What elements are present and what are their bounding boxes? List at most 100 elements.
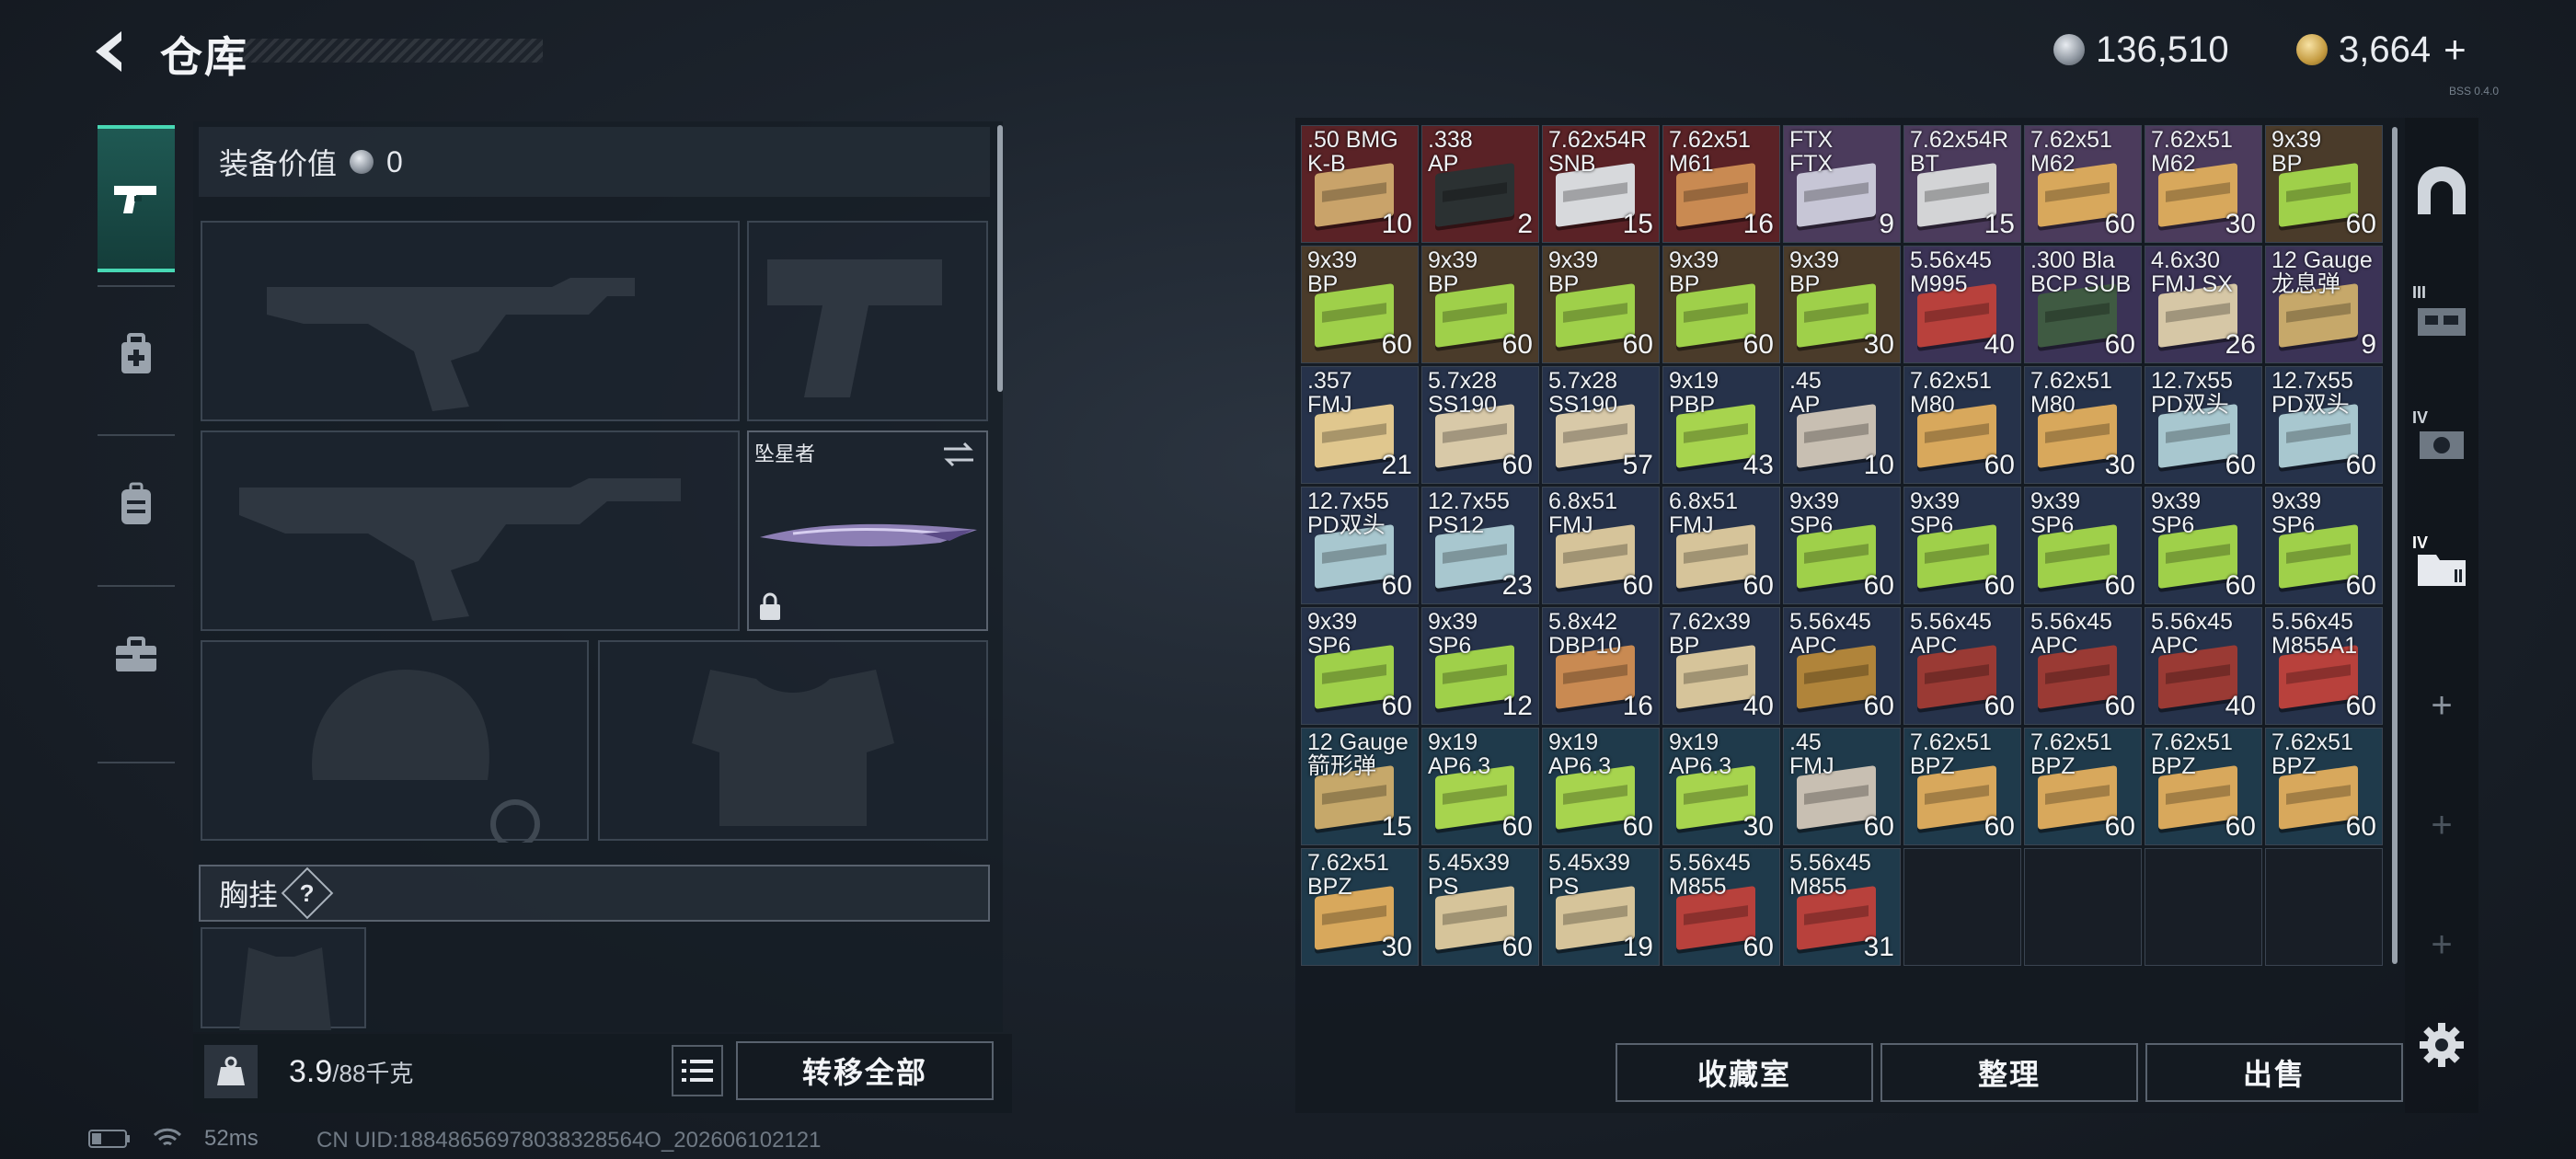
category-backpack[interactable] [98, 440, 175, 568]
storage-item[interactable]: 9x39 SP6 60 [2265, 487, 2383, 604]
storage-item[interactable]: 9x39 SP6 60 [1903, 487, 2021, 604]
tab-safe-box[interactable] [2405, 140, 2478, 241]
storage-item[interactable]: .50 BMG K-B 10 [1301, 125, 1419, 243]
storage-item[interactable]: 12.7x55 PD双头 60 [2145, 366, 2262, 484]
chest-rig-slot[interactable] [201, 927, 366, 1030]
storage-item[interactable]: 7.62x51 BPZ 60 [2265, 728, 2383, 845]
storage-item[interactable]: .300 Bla BCP SUB 60 [2024, 246, 2142, 363]
transfer-all-button[interactable]: 转移全部 [736, 1041, 994, 1100]
storage-item[interactable]: 9x39 SP6 12 [1421, 607, 1539, 725]
sort-button[interactable]: 整理 [1880, 1043, 2138, 1102]
storage-item[interactable]: 4.6x30 FMJ SX 26 [2145, 246, 2262, 363]
storage-item[interactable]: 5.7x28 SS190 57 [1542, 366, 1660, 484]
storage-item[interactable]: 5.45x39 PS 19 [1542, 848, 1660, 966]
storage-item[interactable]: .357 FMJ 21 [1301, 366, 1419, 484]
category-weapons[interactable] [98, 125, 175, 272]
storage-item[interactable]: 5.45x39 PS 60 [1421, 848, 1539, 966]
pistol-slot[interactable] [747, 221, 988, 421]
storage-item[interactable]: 7.62x51 BPZ 60 [1903, 728, 2021, 845]
storage-item[interactable]: 12 Gauge 箭形弹 15 [1301, 728, 1419, 845]
secondary-weapon-slot[interactable] [201, 430, 740, 631]
storage-item[interactable]: 9x39 BP 30 [1783, 246, 1901, 363]
storage-item[interactable]: FTX FTX 9 [1783, 125, 1901, 243]
storage-item[interactable]: 9x39 BP 60 [1662, 246, 1780, 363]
storage-item[interactable]: 9x39 BP 60 [1421, 246, 1539, 363]
primary-weapon-slot[interactable] [201, 221, 740, 421]
storage-item[interactable]: 6.8x51 FMJ 60 [1662, 487, 1780, 604]
add-tab-button-locked[interactable]: + [2405, 775, 2478, 876]
storage-item[interactable]: 12 Gauge 龙息弹 9 [2265, 246, 2383, 363]
help-icon[interactable]: ? [281, 866, 334, 920]
storage-item[interactable]: 6.8x51 FMJ 60 [1542, 487, 1660, 604]
currency-gold[interactable]: 3,664 + [2296, 28, 2467, 72]
storage-item[interactable]: 9x39 SP6 60 [2024, 487, 2142, 604]
storage-item[interactable]: 9x39 SP6 60 [1301, 607, 1419, 725]
empty-storage-cell[interactable] [2265, 848, 2383, 966]
storage-item[interactable]: 9x19 AP6.3 60 [1421, 728, 1539, 845]
tab-warehouse-3[interactable]: III [2405, 265, 2478, 366]
back-icon[interactable] [85, 26, 136, 77]
storage-item[interactable]: 7.62x54R SNB 15 [1542, 125, 1660, 243]
storage-item[interactable]: 5.56x45 APC 60 [1903, 607, 2021, 725]
item-name: 9x39 SP6 [2151, 488, 2202, 538]
armor-slot[interactable] [598, 640, 988, 841]
empty-storage-cell[interactable] [2024, 848, 2142, 966]
storage-item[interactable]: 7.62x51 BPZ 30 [1301, 848, 1419, 966]
storage-item[interactable]: 5.56x45 M855 31 [1783, 848, 1901, 966]
storage-item[interactable]: 7.62x51 M61 16 [1662, 125, 1780, 243]
storage-item[interactable]: 5.8x42 DBP10 16 [1542, 607, 1660, 725]
list-view-button[interactable] [672, 1045, 723, 1096]
item-name: 9x39 BP [2271, 127, 2322, 177]
tab-level-label: III [2412, 283, 2427, 302]
tab-warehouse-4b[interactable]: IV [2405, 515, 2478, 616]
storage-item[interactable]: 9x39 BP 60 [2265, 125, 2383, 243]
storage-item[interactable]: 7.62x51 M62 30 [2145, 125, 2262, 243]
storage-item[interactable]: 5.56x45 M855A1 60 [2265, 607, 2383, 725]
empty-storage-cell[interactable] [2145, 848, 2262, 966]
storage-item[interactable]: 5.56x45 APC 40 [2145, 607, 2262, 725]
melee-slot[interactable]: 坠星者 [747, 430, 988, 631]
storage-scrollbar[interactable] [2392, 127, 2398, 964]
storage-item[interactable]: 12.7x55 PS12 23 [1421, 487, 1539, 604]
storage-item[interactable]: 5.56x45 M855 60 [1662, 848, 1780, 966]
swap-icon[interactable] [940, 440, 977, 469]
storage-item[interactable]: 9x39 SP6 60 [2145, 487, 2262, 604]
helmet-slot[interactable] [201, 640, 589, 849]
storage-item[interactable]: 7.62x54R BT 15 [1903, 125, 2021, 243]
storage-item[interactable]: 9x19 AP6.3 30 [1662, 728, 1780, 845]
storage-item[interactable]: 9x39 BP 60 [1542, 246, 1660, 363]
storage-item[interactable]: 5.56x45 M995 40 [1903, 246, 2021, 363]
add-currency-button[interactable]: + [2444, 28, 2467, 72]
sell-button[interactable]: 出售 [2145, 1043, 2403, 1102]
storage-item[interactable]: 9x19 PBP 43 [1662, 366, 1780, 484]
storage-item[interactable]: 7.62x51 BPZ 60 [2145, 728, 2262, 845]
storage-item[interactable]: 5.56x45 APC 60 [2024, 607, 2142, 725]
storage-item[interactable]: 7.62x51 M80 60 [1903, 366, 2021, 484]
add-tab-button[interactable]: + [2405, 655, 2478, 756]
collection-room-button[interactable]: 收藏室 [1616, 1043, 1873, 1102]
item-count: 16 [1742, 209, 1774, 239]
storage-item[interactable]: 7.62x51 BPZ 60 [2024, 728, 2142, 845]
storage-item[interactable]: 12.7x55 PD双头 60 [2265, 366, 2383, 484]
storage-item[interactable]: .45 AP 10 [1783, 366, 1901, 484]
storage-item[interactable]: 9x19 AP6.3 60 [1542, 728, 1660, 845]
item-count: 60 [2345, 209, 2376, 239]
vest-silhouette-icon [692, 670, 894, 826]
category-medkit[interactable] [98, 291, 175, 419]
storage-item[interactable]: 9x39 BP 60 [1301, 246, 1419, 363]
tab-warehouse-4a[interactable]: IV [2405, 390, 2478, 491]
settings-gear-icon[interactable] [2416, 1019, 2467, 1071]
storage-item[interactable]: 5.7x28 SS190 60 [1421, 366, 1539, 484]
storage-item[interactable]: .45 FMJ 60 [1783, 728, 1901, 845]
equipment-scrollbar[interactable] [997, 125, 1003, 392]
add-tab-button-locked[interactable]: + [2405, 894, 2478, 995]
storage-item[interactable]: 7.62x51 M80 30 [2024, 366, 2142, 484]
empty-storage-cell[interactable] [1903, 848, 2021, 966]
storage-item[interactable]: 7.62x51 M62 60 [2024, 125, 2142, 243]
storage-item[interactable]: .338 AP 2 [1421, 125, 1539, 243]
storage-item[interactable]: 12.7x55 PD双头 60 [1301, 487, 1419, 604]
category-toolbox[interactable] [98, 591, 175, 719]
storage-item[interactable]: 9x39 SP6 60 [1783, 487, 1901, 604]
storage-item[interactable]: 7.62x39 BP 40 [1662, 607, 1780, 725]
storage-item[interactable]: 5.56x45 APC 60 [1783, 607, 1901, 725]
